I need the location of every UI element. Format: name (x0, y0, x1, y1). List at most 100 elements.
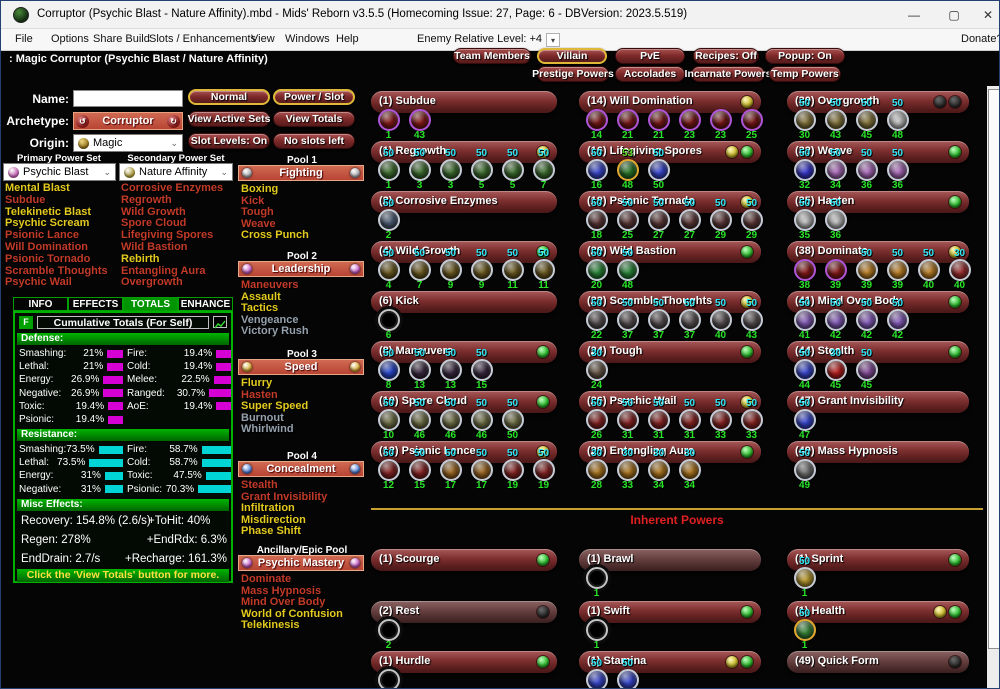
power-list-item[interactable]: Telekinesis (241, 620, 367, 632)
enhancement-slot[interactable]: 5042 (820, 299, 851, 341)
enhancement-icon[interactable] (679, 409, 701, 431)
enhancement-slot[interactable]: 501 (581, 659, 612, 689)
enhancement-icon[interactable] (741, 209, 763, 231)
enhancement-icon[interactable] (409, 259, 431, 281)
enhancement-slot[interactable]: 503 (404, 149, 435, 191)
top-button-accolades[interactable]: Accolades (615, 66, 685, 82)
enhancement-slot[interactable]: 43 (404, 99, 435, 141)
donate-link[interactable]: Donate? (961, 33, 1000, 45)
enhancement-slot[interactable]: 39 (820, 249, 851, 291)
menu-item-file[interactable]: File (15, 33, 33, 45)
pool-selector-leadership[interactable]: Leadership (238, 261, 364, 277)
pool-icon[interactable] (350, 558, 360, 568)
enhancement-slot[interactable]: 5034 (820, 149, 851, 191)
power-list-item[interactable]: Phase Shift (241, 526, 367, 538)
enhancement-slot[interactable]: 2 (373, 609, 404, 651)
enhancement-icon[interactable] (586, 109, 608, 131)
enhancement-slot[interactable]: 5027 (674, 199, 705, 241)
enhancement-icon[interactable] (825, 359, 847, 381)
enhancement-slot[interactable]: 5031 (643, 399, 674, 441)
enhancement-slot[interactable]: 6 (373, 299, 404, 341)
enhancement-icon[interactable] (794, 359, 816, 381)
enhancement-slot[interactable]: 23 (674, 99, 705, 141)
enhancement-slot[interactable]: 3040 (944, 249, 975, 291)
enhancement-slot[interactable]: 509 (466, 249, 497, 291)
enhancement-slot[interactable]: 5037 (612, 299, 643, 341)
enhancement-slot[interactable]: 5015 (466, 349, 497, 391)
enhancement-icon[interactable] (794, 619, 816, 641)
archetype-prev-icon[interactable]: ↺ (76, 115, 89, 128)
enhancement-icon[interactable] (825, 159, 847, 181)
enhancement-icon[interactable] (856, 359, 878, 381)
power-list-item[interactable]: Whirlwind (241, 424, 367, 436)
enhancement-icon[interactable] (378, 459, 400, 481)
enhancement-slot[interactable]: 5043 (820, 99, 851, 141)
name-input[interactable] (73, 90, 183, 107)
pool-icon[interactable] (242, 558, 252, 568)
enhancement-icon[interactable] (794, 259, 816, 281)
pool-selector-concealment[interactable]: Concealment (238, 461, 364, 477)
enhancement-icon[interactable] (378, 669, 400, 689)
enhancement-slot[interactable]: 5025 (612, 199, 643, 241)
pool-selector-fighting[interactable]: Fighting (238, 165, 364, 181)
power-list-item[interactable]: Dominate (241, 574, 367, 586)
enemy-relative-level[interactable]: Enemy Relative Level: +4 (417, 33, 542, 45)
enhancement-icon[interactable] (825, 109, 847, 131)
enhancement-slot[interactable]: 502 (373, 199, 404, 241)
enhancement-icon[interactable] (586, 259, 608, 281)
power-list-item[interactable]: Cross Punch (241, 230, 367, 242)
enhancement-slot[interactable]: 5010 (373, 399, 404, 441)
power-list-item[interactable]: Regrowth (121, 195, 223, 207)
enhancement-slot[interactable]: 5017 (435, 449, 466, 491)
enhancement-slot[interactable]: 5039 (882, 249, 913, 291)
enhancement-slot[interactable]: 5029 (705, 199, 736, 241)
enhancement-slot[interactable]: 5011 (497, 249, 528, 291)
power-list-item[interactable]: Psionic Tornado (5, 254, 108, 266)
enhancement-icon[interactable] (471, 459, 493, 481)
enhancement-icon[interactable] (409, 159, 431, 181)
enhancement-icon[interactable] (586, 209, 608, 231)
archetype-next-icon[interactable]: ↻ (167, 115, 180, 128)
pool-icon[interactable] (242, 264, 252, 274)
power-list-item[interactable]: Subdue (5, 195, 108, 207)
enhancement-icon[interactable] (949, 259, 971, 281)
enhancement-icon[interactable] (887, 109, 909, 131)
enhancement-slot[interactable]: 5050 (643, 149, 674, 191)
pool-icon[interactable] (242, 168, 252, 178)
enhancement-icon[interactable] (794, 409, 816, 431)
minimize-button[interactable]: — (899, 1, 929, 29)
scrollbar-thumb[interactable] (988, 89, 1000, 649)
pool-selector-speed[interactable]: Speed (238, 359, 364, 375)
f-button[interactable]: F (19, 316, 33, 329)
enhancement-slot[interactable]: 3045 (820, 349, 851, 391)
enhancement-icon[interactable] (856, 109, 878, 131)
enhancement-icon[interactable] (378, 109, 400, 131)
enhancement-slot[interactable]: 507 (404, 249, 435, 291)
pool-selector-psychic-mastery[interactable]: Psychic Mastery (238, 555, 364, 571)
enhancement-icon[interactable] (648, 109, 670, 131)
enemy-level-dropdown-icon[interactable]: ▾ (546, 33, 560, 47)
enhancement-slot[interactable]: 504 (373, 249, 404, 291)
enhancement-icon[interactable] (440, 359, 462, 381)
enhancement-slot[interactable]: 501 (373, 149, 404, 191)
pool-icon[interactable] (242, 362, 252, 372)
power-list-item[interactable]: Psychic Wail (5, 277, 108, 289)
enhancement-icon[interactable] (794, 109, 816, 131)
enhancement-icon[interactable] (378, 619, 400, 641)
enhancement-slot[interactable]: 5049 (789, 449, 820, 491)
power-list-item[interactable]: Stealth (241, 480, 367, 492)
enhancement-slot[interactable]: 1 (581, 609, 612, 651)
enhancement-icon[interactable] (710, 109, 732, 131)
enhancement-slot[interactable]: 509 (435, 249, 466, 291)
enhancement-icon[interactable] (794, 567, 816, 589)
pool-icon[interactable] (242, 464, 252, 474)
enhancement-slot[interactable]: 505 (497, 149, 528, 191)
enhancement-icon[interactable] (586, 459, 608, 481)
pool-icon[interactable] (350, 464, 360, 474)
top-button-temp-powers[interactable]: Temp Powers (769, 66, 841, 82)
enhancement-slot[interactable]: 25 (736, 99, 767, 141)
enhancement-icon[interactable] (533, 159, 555, 181)
enhancement-icon[interactable] (440, 459, 462, 481)
enhancement-icon[interactable] (679, 309, 701, 331)
enhancement-slot[interactable]: 5031 (674, 399, 705, 441)
